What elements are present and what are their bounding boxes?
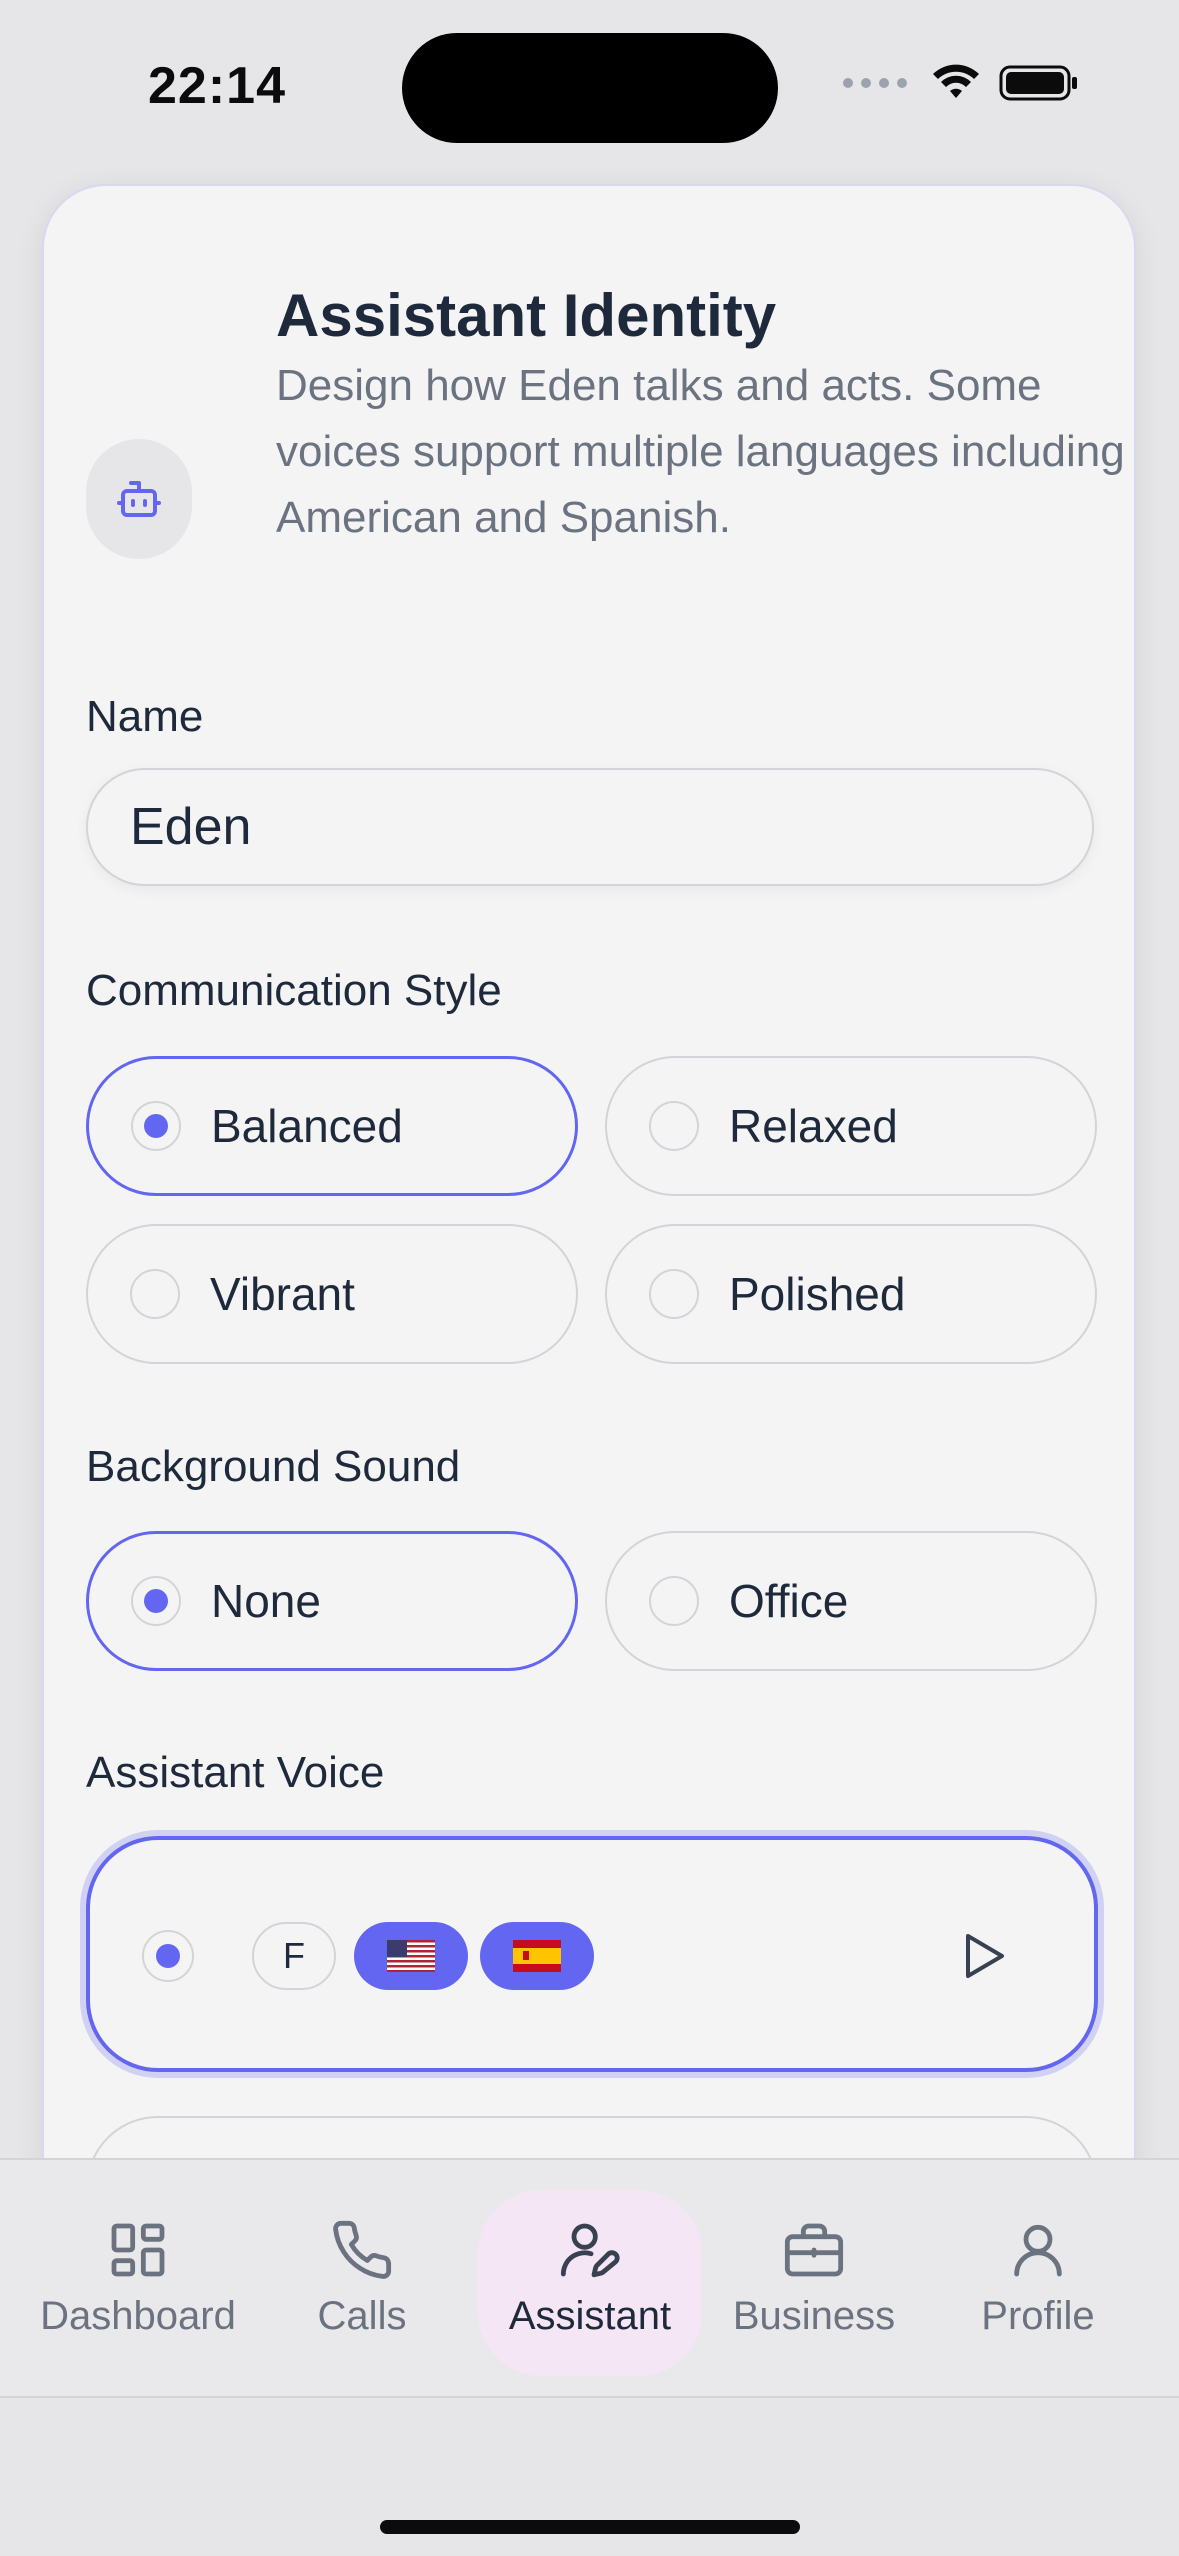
radio-unselected bbox=[649, 1576, 699, 1626]
tab-label: Calls bbox=[317, 2294, 407, 2338]
status-time: 22:14 bbox=[148, 57, 286, 115]
wifi-icon bbox=[933, 64, 979, 98]
tab-assistant[interactable]: Assistant bbox=[478, 2190, 702, 2376]
home-area bbox=[0, 2398, 1179, 2556]
page-subtitle: Design how Eden talks and acts. Some voi… bbox=[276, 361, 1125, 542]
communication-style-label: Communication Style bbox=[86, 966, 502, 1015]
phone-icon bbox=[333, 2220, 392, 2279]
radio-selected bbox=[131, 1576, 181, 1626]
style-option-balanced[interactable]: Balanced bbox=[86, 1056, 578, 1196]
assistant-identity-card: Assistant Identity Design how Eden talks… bbox=[42, 184, 1136, 2316]
gender-badge: F bbox=[252, 1922, 336, 1990]
tab-calls[interactable]: Calls bbox=[250, 2190, 474, 2376]
option-label: Balanced bbox=[211, 1100, 403, 1152]
dynamic-island bbox=[402, 33, 778, 143]
radio-unselected bbox=[649, 1269, 699, 1319]
voice-option-selected[interactable]: F bbox=[86, 1836, 1098, 2072]
page-title: Assistant Identity bbox=[276, 282, 777, 349]
play-icon[interactable] bbox=[954, 1926, 1014, 1986]
option-label: Vibrant bbox=[210, 1268, 355, 1320]
background-sound-label: Background Sound bbox=[86, 1442, 461, 1491]
radio-unselected bbox=[130, 1269, 180, 1319]
radio-unselected bbox=[649, 1101, 699, 1151]
tab-dashboard[interactable]: Dashboard bbox=[26, 2190, 250, 2376]
us-flag-icon bbox=[387, 1940, 435, 1972]
es-flag-icon bbox=[513, 1940, 561, 1972]
tab-label: Dashboard bbox=[40, 2294, 236, 2338]
option-label: Polished bbox=[729, 1268, 906, 1320]
status-icons bbox=[843, 64, 1079, 102]
tab-label: Assistant bbox=[508, 2294, 672, 2338]
name-label: Name bbox=[86, 692, 204, 741]
robot-icon bbox=[86, 439, 192, 559]
name-input[interactable]: Eden bbox=[86, 768, 1094, 886]
option-label: Relaxed bbox=[729, 1100, 898, 1152]
user-edit-icon bbox=[560, 2223, 620, 2278]
briefcase-icon bbox=[784, 2223, 844, 2277]
tab-label: Business bbox=[732, 2294, 896, 2338]
style-option-vibrant[interactable]: Vibrant bbox=[86, 1224, 578, 1364]
status-bar: 22:14 bbox=[0, 0, 1179, 170]
option-label: Office bbox=[729, 1575, 849, 1627]
radio-selected bbox=[131, 1101, 181, 1151]
home-indicator[interactable] bbox=[380, 2520, 800, 2534]
radio-selected bbox=[142, 1930, 194, 1982]
tab-bar: Dashboard Calls Assistant Business Profi… bbox=[0, 2158, 1179, 2398]
battery-icon bbox=[999, 65, 1077, 101]
us-flag-badge bbox=[354, 1922, 468, 1990]
style-option-relaxed[interactable]: Relaxed bbox=[605, 1056, 1097, 1196]
assistant-voice-label: Assistant Voice bbox=[86, 1748, 385, 1797]
grid-icon bbox=[111, 2223, 165, 2277]
tab-profile[interactable]: Profile bbox=[926, 2190, 1150, 2376]
es-flag-badge bbox=[480, 1922, 594, 1990]
sound-option-office[interactable]: Office bbox=[605, 1531, 1097, 1671]
person-icon bbox=[1014, 2224, 1062, 2277]
option-label: None bbox=[211, 1575, 321, 1627]
sound-option-none[interactable]: None bbox=[86, 1531, 578, 1671]
tab-label: Profile bbox=[981, 2294, 1095, 2338]
style-option-polished[interactable]: Polished bbox=[605, 1224, 1097, 1364]
tab-business[interactable]: Business bbox=[702, 2190, 926, 2376]
cellular-signal-icon bbox=[843, 78, 907, 88]
